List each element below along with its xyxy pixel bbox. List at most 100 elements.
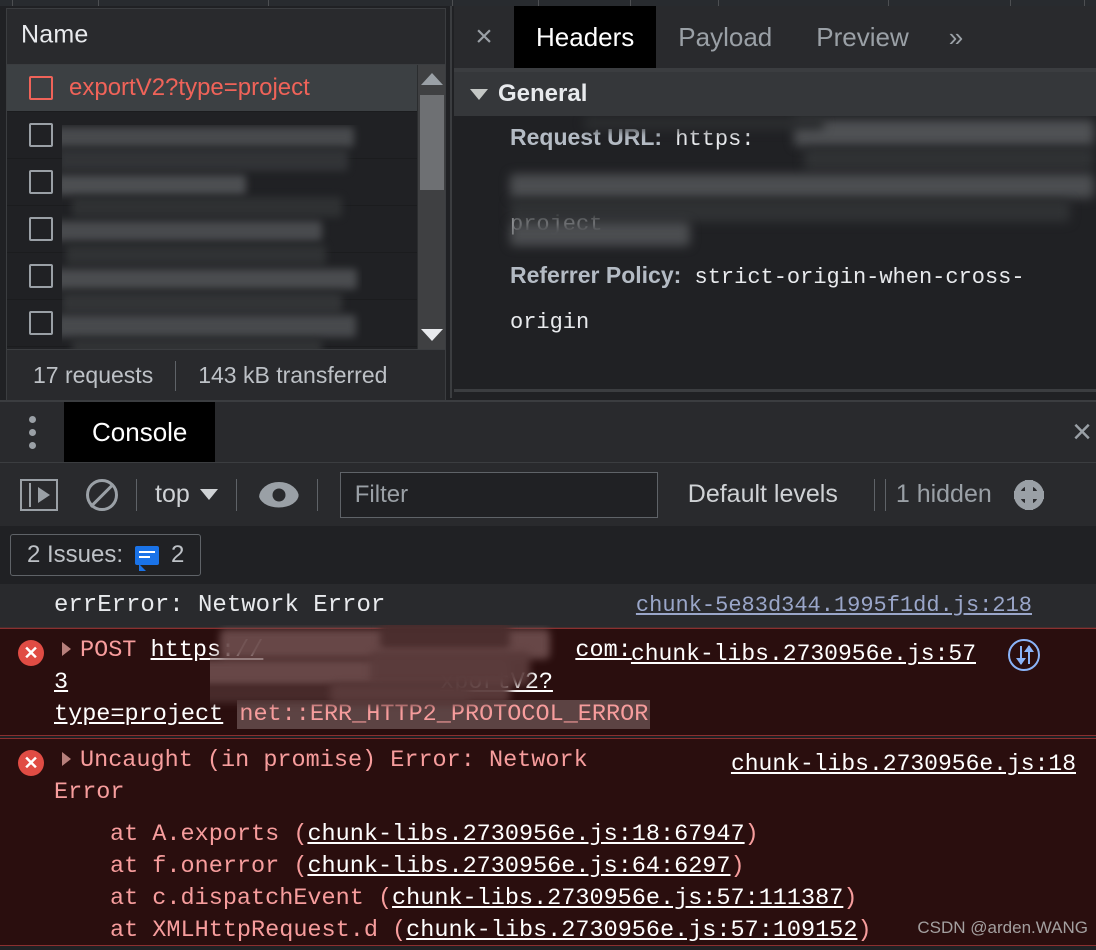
request-url-domain[interactable]: com: (575, 637, 631, 664)
list-item[interactable]: ✕ POST https://com: 3xportV2? type=proje… (0, 628, 1096, 736)
close-icon[interactable]: × (454, 6, 514, 68)
stack-frame-fn: at c.dispatchEvent ( (110, 885, 392, 912)
headers-content: General Request URL: https: project Refe… (454, 72, 1096, 392)
caret-down-icon (200, 489, 218, 500)
stack-frame-ref[interactable]: chunk-libs.2730956e.js:57:109152 (406, 917, 857, 944)
general-rows: Request URL: https: project Referrer Pol… (454, 116, 1096, 392)
triangle-right-icon[interactable] (62, 752, 71, 766)
error-title-line-2: Error (0, 777, 1096, 809)
watermark: CSDN @arden.WANG (917, 918, 1088, 938)
request-status-box-icon (29, 264, 53, 288)
spacer (215, 402, 1072, 462)
transferred-size: 143 kB transferred (198, 362, 387, 389)
tab-console[interactable]: Console (64, 402, 215, 462)
divider (454, 389, 1096, 392)
stack-frame-fn: at A.exports ( (110, 821, 307, 848)
clear-console-icon[interactable] (58, 479, 118, 511)
divider (175, 361, 176, 391)
general-section-header[interactable]: General (454, 72, 1096, 116)
context-label: top (155, 480, 190, 509)
error-line-2: 3 xportV2? (0, 667, 1096, 699)
request-details-tabbar: × Headers Payload Preview » (454, 6, 1096, 68)
stack-frame-close: ) (857, 917, 871, 944)
request-status-box-icon (29, 217, 53, 241)
log-level-label: Default levels (688, 480, 838, 509)
triangle-up-icon[interactable] (421, 73, 443, 85)
chevron-double-right-icon[interactable]: » (931, 6, 981, 68)
issue-chip-icon (135, 546, 159, 565)
tab-preview[interactable]: Preview (794, 6, 930, 68)
tab-payload[interactable]: Payload (656, 6, 794, 68)
stack-frame-close: ) (731, 853, 745, 880)
request-status-box-icon (29, 123, 53, 147)
console-log-list[interactable]: errError: Network Error chunk-5e83d344.1… (0, 584, 1096, 950)
request-url-head[interactable]: https:// (151, 637, 264, 664)
more-vertical-icon[interactable] (0, 402, 64, 462)
request-status-box-icon (29, 76, 53, 100)
close-icon[interactable]: × (1072, 402, 1096, 462)
console-tabbar: Console × (0, 400, 1096, 462)
stack-frame-ref[interactable]: chunk-libs.2730956e.js:57:111387 (392, 885, 843, 912)
table-row[interactable] (7, 112, 417, 159)
divider (136, 479, 137, 511)
request-status-box-icon (29, 170, 53, 194)
log-source-link[interactable]: chunk-libs.2730956e.js:18 (731, 751, 1076, 777)
context-selector[interactable]: top (155, 480, 218, 509)
network-requests-panel: Name exportV2?type=project (0, 6, 452, 398)
list-item[interactable]: ✕ Uncaught (in promise) Error: Network E… (0, 738, 1096, 946)
referrer-policy-key: Referrer Policy: (510, 262, 681, 288)
stack-frame: at A.exports (chunk-libs.2730956e.js:18:… (110, 819, 1096, 851)
gear-icon[interactable] (1014, 480, 1044, 510)
stack-frame-fn: at f.onerror ( (110, 853, 307, 880)
issues-button[interactable]: 2 Issues: 2 (10, 534, 201, 576)
error-circle-icon: ✕ (18, 750, 44, 776)
request-url-part-2[interactable]: 3 (54, 669, 68, 696)
console-sidebar-icon[interactable] (0, 479, 58, 511)
stack-frame-ref[interactable]: chunk-libs.2730956e.js:64:6297 (307, 853, 730, 880)
network-request-icon[interactable] (1008, 639, 1040, 671)
request-url-value: https: (675, 127, 754, 152)
console-panel: Console × top Def (0, 400, 1096, 950)
triangle-down-icon[interactable] (421, 329, 443, 341)
table-row[interactable]: exportV2?type=project (7, 65, 417, 112)
table-row[interactable] (7, 159, 417, 206)
stack-frame-ref[interactable]: chunk-libs.2730956e.js:18:67947 (307, 821, 744, 848)
issues-label: 2 Issues: (27, 541, 123, 569)
table-row[interactable] (7, 253, 417, 300)
network-list-header: Name (7, 9, 445, 65)
column-header-name[interactable]: Name (21, 21, 89, 50)
list-item[interactable]: errError: Network Error chunk-5e83d344.1… (0, 584, 1096, 628)
hidden-messages-count[interactable]: 1 hidden (896, 480, 992, 509)
request-url-part-3[interactable]: xportV2? (440, 669, 553, 696)
referrer-policy-value-2: origin (510, 310, 589, 335)
request-name: exportV2?type=project (69, 74, 310, 102)
network-summary-bar: 17 requests 143 kB transferred (6, 350, 446, 402)
console-toolbar: top Default levels 1 hidden (0, 462, 1096, 526)
filter-input[interactable] (355, 481, 643, 509)
log-level-selector[interactable]: Default levels (688, 480, 848, 509)
request-url-row: Request URL: https: (510, 124, 754, 152)
live-expression-eye-icon[interactable] (259, 482, 299, 508)
request-details-panel: × Headers Payload Preview » General Requ… (454, 6, 1096, 398)
stack-frame: at c.dispatchEvent (chunk-libs.2730956e.… (110, 883, 1096, 915)
network-row-list[interactable]: exportV2?type=project (7, 65, 417, 349)
log-source-link[interactable]: chunk-5e83d344.1995f1dd.js:218 (636, 593, 1032, 618)
log-source-link[interactable]: chunk-libs.2730956e.js:57 (631, 641, 976, 667)
net-error-code: net::ERR_HTTP2_PROTOCOL_ERROR (237, 700, 650, 729)
tab-headers[interactable]: Headers (514, 6, 656, 68)
triangle-right-icon[interactable] (62, 642, 71, 656)
request-url-tail: project (510, 212, 602, 237)
request-status-box-icon (29, 311, 53, 335)
table-row[interactable] (7, 206, 417, 253)
general-section-title: General (498, 80, 587, 108)
request-url-query[interactable]: type=project (54, 701, 223, 728)
referrer-policy-value: strict-origin-when-cross- (695, 265, 1025, 290)
scrollbar-thumb[interactable] (420, 95, 444, 190)
caret-down-icon[interactable] (470, 89, 488, 100)
table-row[interactable] (7, 300, 417, 347)
divider (874, 479, 875, 511)
redaction-overlay (454, 116, 1096, 392)
search-input[interactable] (340, 472, 658, 518)
error-line-3: type=project net::ERR_HTTP2_PROTOCOL_ERR… (0, 699, 1096, 731)
network-list-scrollbar[interactable] (417, 65, 445, 349)
